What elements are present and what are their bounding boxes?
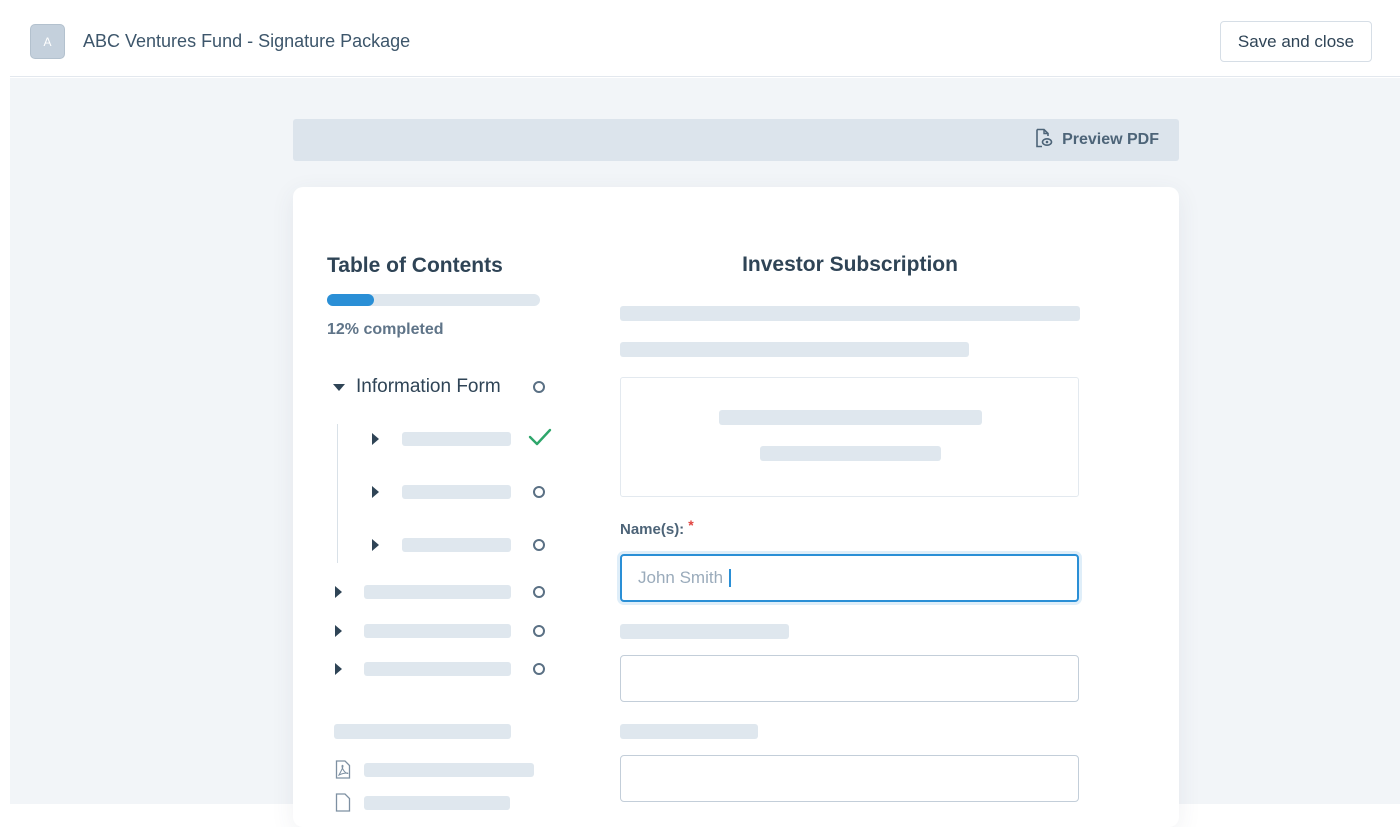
document-link[interactable]: [333, 793, 553, 813]
documents-heading-placeholder: [334, 724, 511, 739]
section-label-placeholder: [364, 585, 511, 599]
item-label-placeholder: [402, 485, 511, 499]
check-icon: [528, 428, 552, 446]
name-field-label-text: Name(s):: [620, 521, 685, 538]
item-label-placeholder: [402, 538, 511, 552]
toc-section[interactable]: [333, 582, 553, 602]
file-search-icon: [1034, 128, 1053, 153]
pdf-file-icon: [335, 793, 351, 812]
text-line-placeholder: [620, 306, 1080, 321]
required-marker: *: [688, 517, 694, 533]
incomplete-circle-icon: [533, 663, 545, 675]
item-label-placeholder: [402, 432, 511, 446]
notice-line-placeholder: [719, 410, 982, 425]
progress-text: 12% completed: [327, 321, 444, 338]
caret-right-icon: [335, 663, 342, 675]
text-line-placeholder: [620, 342, 969, 357]
text-input-field[interactable]: [620, 655, 1079, 702]
name-input[interactable]: John Smith: [620, 554, 1079, 602]
incomplete-circle-icon: [533, 586, 545, 598]
text-cursor: [729, 569, 732, 587]
save-and-close-button[interactable]: Save and close: [1220, 21, 1372, 62]
tree-line: [337, 424, 338, 563]
toc-subitem[interactable]: [353, 482, 553, 502]
section-label-placeholder: [364, 624, 511, 638]
toc-section[interactable]: [333, 659, 553, 679]
notice-line-placeholder: [760, 446, 941, 461]
document-card: Table of Contents 12% completed Informat…: [293, 187, 1179, 827]
caret-right-icon: [372, 486, 379, 498]
incomplete-circle-icon: [533, 381, 545, 393]
toc-section-information-form[interactable]: Information Form: [327, 373, 557, 401]
document-label-placeholder: [364, 763, 534, 777]
section-label-placeholder: [364, 662, 511, 676]
form-title: Investor Subscription: [742, 253, 958, 276]
text-input-field[interactable]: [620, 755, 1079, 802]
progress-bar: [327, 294, 540, 306]
document-link[interactable]: [333, 760, 553, 780]
package-title: ABC Ventures Fund - Signature Package: [83, 31, 411, 51]
notice-box: [620, 377, 1079, 497]
pdf-file-icon: [335, 760, 351, 779]
toc-subitem[interactable]: [353, 535, 553, 555]
preview-pdf-button[interactable]: Preview PDF: [1034, 128, 1159, 152]
document-label-placeholder: [364, 796, 510, 810]
incomplete-circle-icon: [533, 625, 545, 637]
caret-right-icon: [372, 433, 379, 445]
preview-toolbar: Preview PDF: [293, 119, 1179, 161]
field-label-placeholder: [620, 624, 789, 639]
field-label-placeholder: [620, 724, 758, 739]
progress-fill: [327, 294, 374, 306]
caret-right-icon: [372, 539, 379, 551]
name-field-label: Name(s): *: [620, 517, 694, 538]
toc-title: Table of Contents: [327, 254, 503, 277]
top-bar: A ABC Ventures Fund - Signature Package …: [10, 0, 1400, 77]
preview-pdf-label: Preview PDF: [1062, 131, 1159, 148]
caret-right-icon: [335, 625, 342, 637]
incomplete-circle-icon: [533, 486, 545, 498]
toc-section[interactable]: [333, 621, 553, 641]
toc-subitem[interactable]: [353, 428, 553, 449]
fund-avatar: A: [30, 24, 65, 59]
toc-section-label: Information Form: [356, 376, 501, 397]
caret-right-icon: [335, 586, 342, 598]
caret-down-icon: [333, 383, 345, 391]
incomplete-circle-icon: [533, 539, 545, 551]
name-input-value: John Smith: [638, 568, 724, 587]
